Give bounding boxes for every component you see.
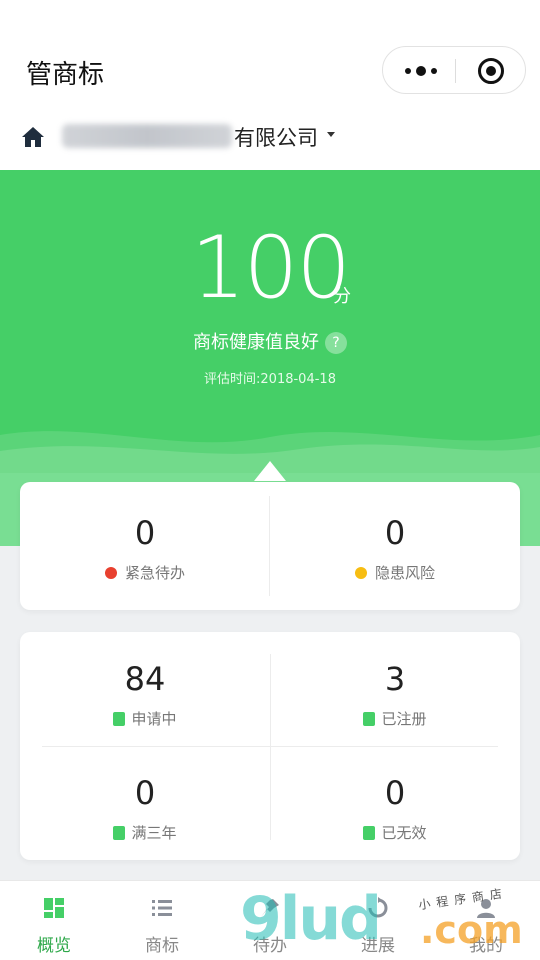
tab-progress[interactable]: 进展: [324, 881, 432, 960]
three-years-cell[interactable]: 0 满三年: [20, 774, 270, 843]
health-score-value: 100: [190, 218, 351, 318]
hidden-risk-label: 隐患风险: [374, 564, 435, 582]
urgent-todo-label: 紧急待办: [124, 564, 185, 582]
score-unit: 分: [333, 286, 351, 307]
clipboard-icon: [113, 712, 126, 726]
score-wrapper: 100: [0, 218, 540, 318]
applying-count: 84: [124, 660, 166, 698]
yellow-dot-icon: [354, 567, 367, 579]
applying-label-row: 申请中: [20, 708, 270, 729]
company-name: 有限公司: [234, 126, 318, 150]
pin-icon: [261, 899, 279, 917]
company-selector[interactable]: 有限公司: [0, 110, 540, 170]
three-years-count: 0: [134, 774, 156, 812]
tab-overview[interactable]: 概览: [0, 881, 108, 960]
tab-label: 进展: [361, 936, 395, 956]
trademark-stats-card: 84 申请中 3 已注册 0 满三年 0 已无效: [20, 632, 520, 860]
tab-label: 概览: [37, 936, 71, 956]
red-dot-icon: [104, 567, 117, 579]
urgent-todo-cell[interactable]: 0 紧急待办: [20, 514, 270, 583]
home-icon: [22, 127, 44, 147]
registered-label: 已注册: [381, 710, 427, 728]
check-clipboard-icon: [363, 712, 376, 726]
evaluation-time: 评估时间:2018-04-18: [204, 372, 336, 387]
navigation-bar: 管商标: [0, 0, 540, 110]
urgent-todo-count: 0: [134, 514, 156, 552]
three-years-label-row: 满三年: [20, 822, 270, 843]
registered-label-row: 已注册: [270, 708, 520, 729]
invalid-cell[interactable]: 0 已无效: [270, 774, 520, 843]
tab-todo[interactable]: 待办: [216, 881, 324, 960]
health-status-row: 商标健康值良好?: [0, 328, 540, 354]
hidden-risk-count: 0: [384, 514, 406, 552]
tab-label: 商标: [145, 936, 179, 956]
hidden-risk-label-row: 隐患风险: [270, 562, 520, 583]
invalid-label-row: 已无效: [270, 822, 520, 843]
hidden-risk-cell[interactable]: 0 隐患风险: [270, 514, 520, 583]
tab-label: 待办: [253, 936, 287, 956]
alerts-card: 0 紧急待办 0 隐患风险: [20, 482, 520, 610]
tab-mine[interactable]: 我的: [432, 881, 540, 960]
invalid-clipboard-icon: [363, 826, 376, 840]
user-icon: [477, 899, 495, 918]
invalid-label: 已无效: [381, 824, 427, 842]
help-icon[interactable]: ?: [325, 332, 347, 354]
tab-bar: 概览 商标 待办 进展 我的: [0, 880, 540, 960]
card-divider: [42, 746, 498, 747]
applying-label: 申请中: [131, 710, 177, 728]
urgent-todo-label-row: 紧急待办: [20, 562, 270, 583]
capsule-divider: [455, 59, 456, 83]
chevron-down-icon[interactable]: [327, 132, 335, 137]
dashboard-icon: [44, 898, 64, 918]
miniprogram-capsule: [382, 46, 526, 94]
tab-label: 我的: [469, 936, 503, 956]
close-target-icon[interactable]: [478, 58, 504, 84]
more-icon[interactable]: [403, 61, 443, 81]
tab-trademark[interactable]: 商标: [108, 881, 216, 960]
registered-count: 3: [384, 660, 406, 698]
three-years-label: 满三年: [131, 824, 177, 842]
registered-cell[interactable]: 3 已注册: [270, 660, 520, 729]
page-title: 管商标: [26, 60, 105, 90]
health-status-text: 商标健康值良好: [193, 332, 319, 353]
calendar-icon: [113, 826, 126, 840]
progress-icon: [368, 897, 388, 918]
applying-cell[interactable]: 84 申请中: [20, 660, 270, 729]
list-icon: [152, 900, 172, 916]
invalid-count: 0: [384, 774, 406, 812]
company-name-redacted: [62, 124, 232, 148]
